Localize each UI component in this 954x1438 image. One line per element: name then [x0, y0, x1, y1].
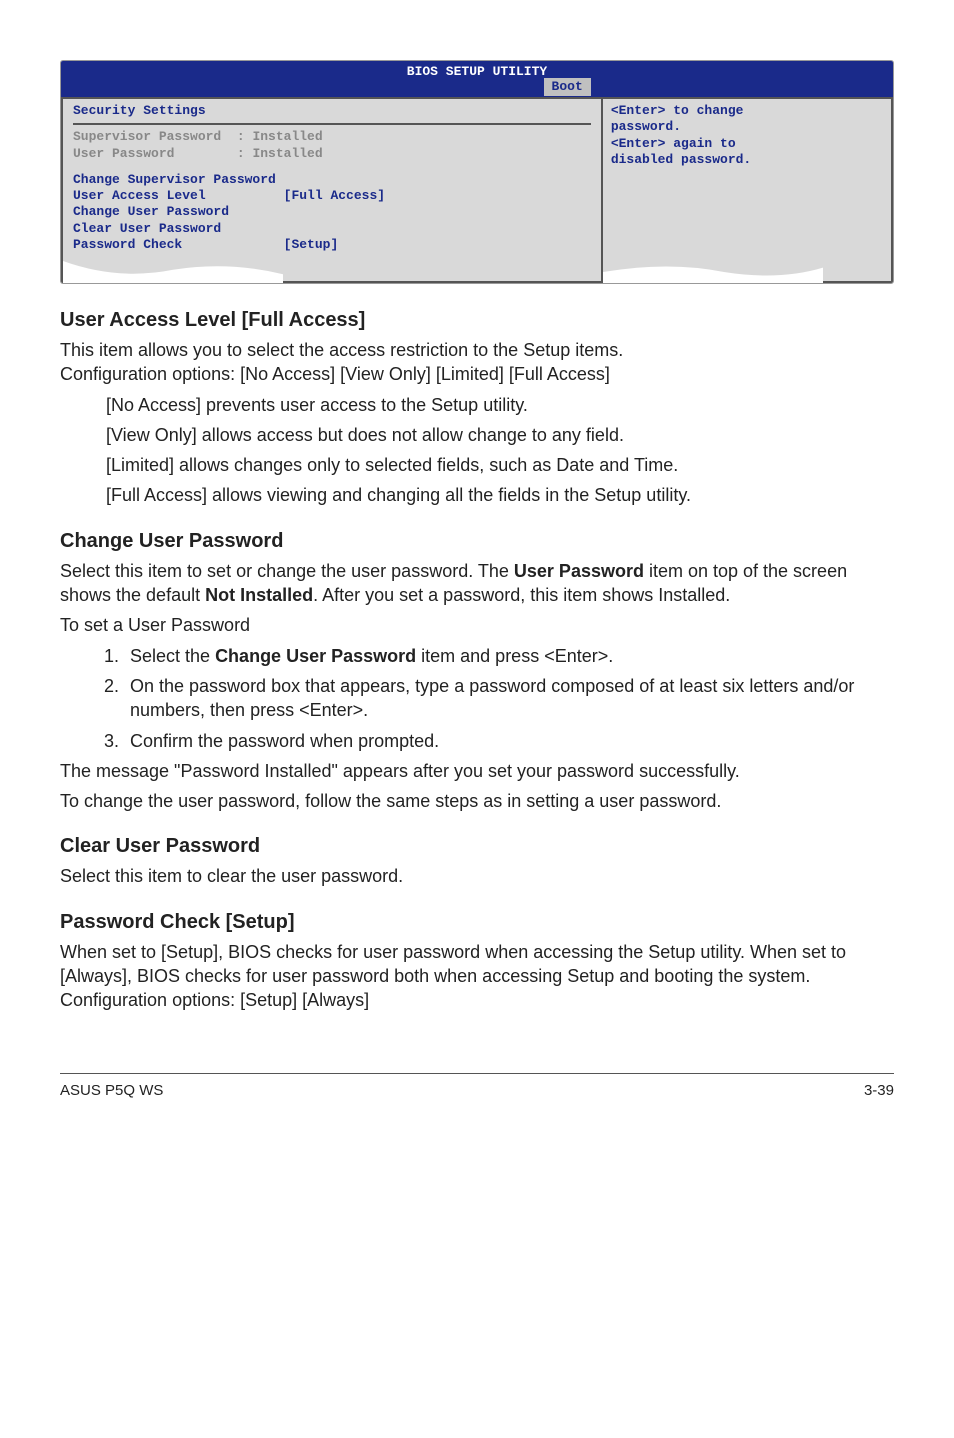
- paragraph: This item allows you to select the acces…: [60, 338, 894, 387]
- text: item and press <Enter>.: [416, 646, 613, 666]
- bios-help-pane: <Enter> to change password. <Enter> agai…: [602, 97, 893, 283]
- bios-title: BIOS SETUP UTILITY: [61, 63, 893, 80]
- list-item: Confirm the password when prompted.: [124, 729, 894, 753]
- text: Select this item to set or change the us…: [60, 561, 514, 581]
- bold-text: Not Installed: [205, 585, 313, 605]
- paragraph: When set to [Setup], BIOS checks for use…: [60, 940, 894, 1013]
- text: When set to [Setup], BIOS checks for use…: [60, 942, 846, 986]
- password-check-item: Password Check [Setup]: [73, 237, 591, 253]
- paragraph: The message "Password Installed" appears…: [60, 759, 894, 783]
- page-footer: ASUS P5Q WS 3-39: [60, 1073, 894, 1099]
- password-check-label: Password Check: [73, 237, 182, 252]
- user-access-level-item: User Access Level [Full Access]: [73, 188, 591, 204]
- user-password-label: User Password: [73, 146, 174, 161]
- bold-text: Change User Password: [215, 646, 416, 666]
- help-line: password.: [611, 119, 883, 135]
- clear-user-password-item: Clear User Password: [73, 221, 591, 237]
- text: . After you set a password, this item sh…: [313, 585, 730, 605]
- user-access-level-value: [Full Access]: [284, 188, 385, 203]
- change-user-password-item: Change User Password: [73, 204, 591, 220]
- security-settings-heading: Security Settings: [73, 103, 591, 121]
- steps-list: Select the Change User Password item and…: [60, 644, 894, 753]
- help-line: disabled password.: [611, 152, 883, 168]
- heading-user-access-level: User Access Level [Full Access]: [60, 309, 894, 332]
- option-full-access: [Full Access] allows viewing and changin…: [60, 483, 894, 507]
- heading-change-user-password: Change User Password: [60, 530, 894, 553]
- divider: [73, 123, 591, 125]
- footer-page-number: 3-39: [864, 1082, 894, 1099]
- option-view-only: [View Only] allows access but does not a…: [60, 423, 894, 447]
- user-password-row: User Password : Installed: [73, 146, 591, 162]
- torn-edge-icon: [63, 261, 283, 283]
- footer-product: ASUS P5Q WS: [60, 1082, 163, 1099]
- heading-clear-user-password: Clear User Password: [60, 835, 894, 858]
- text: Configuration options: [Setup] [Always]: [60, 990, 369, 1010]
- text: Configuration options: [No Access] [View…: [60, 364, 610, 384]
- paragraph: To set a User Password: [60, 613, 894, 637]
- option-limited: [Limited] allows changes only to selecte…: [60, 453, 894, 477]
- list-item: Select the Change User Password item and…: [124, 644, 894, 668]
- torn-edge-icon: [603, 261, 823, 283]
- text: Select the: [130, 646, 215, 666]
- supervisor-password-row: Supervisor Password : Installed: [73, 129, 591, 145]
- bios-left-pane: Security Settings Supervisor Password : …: [61, 97, 602, 283]
- option-no-access: [No Access] prevents user access to the …: [60, 393, 894, 417]
- bold-text: User Password: [514, 561, 644, 581]
- bios-header: BIOS SETUP UTILITY Boot: [61, 61, 893, 97]
- heading-password-check: Password Check [Setup]: [60, 911, 894, 934]
- bios-screenshot: BIOS SETUP UTILITY Boot Security Setting…: [60, 60, 894, 284]
- help-line: <Enter> again to: [611, 136, 883, 152]
- bios-tab-boot: Boot: [544, 78, 591, 96]
- change-supervisor-password-item: Change Supervisor Password: [73, 172, 591, 188]
- password-check-value: [Setup]: [284, 237, 339, 252]
- text: This item allows you to select the acces…: [60, 340, 623, 360]
- supervisor-password-label: Supervisor Password: [73, 129, 221, 144]
- help-line: <Enter> to change: [611, 103, 883, 119]
- user-access-level-label: User Access Level: [73, 188, 206, 203]
- paragraph: Select this item to set or change the us…: [60, 559, 894, 608]
- paragraph: To change the user password, follow the …: [60, 789, 894, 813]
- list-item: On the password box that appears, type a…: [124, 674, 894, 723]
- user-password-value: : Installed: [237, 146, 323, 161]
- paragraph: Select this item to clear the user passw…: [60, 864, 894, 888]
- supervisor-password-value: : Installed: [237, 129, 323, 144]
